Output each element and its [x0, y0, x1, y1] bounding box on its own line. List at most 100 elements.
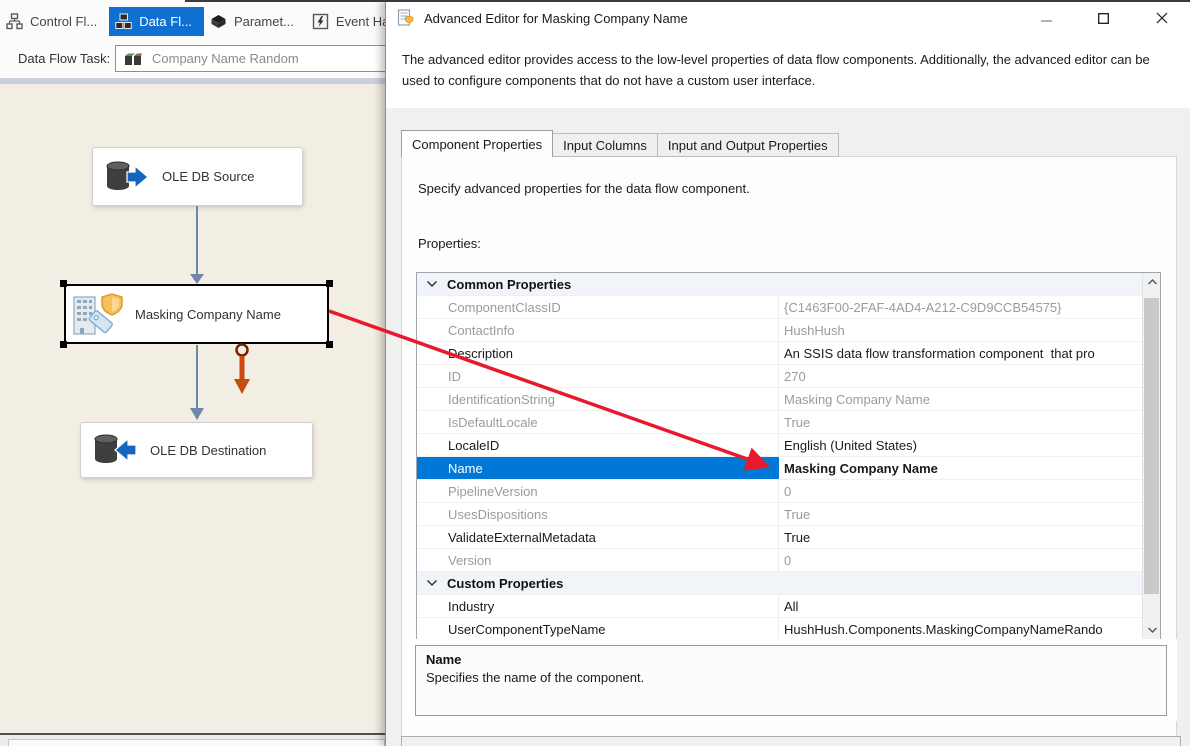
tab-control-flow[interactable]: Control Fl...: [0, 7, 109, 36]
property-row-Description[interactable]: DescriptionAn SSIS data flow transformat…: [417, 342, 1143, 365]
property-value[interactable]: HushHush: [779, 319, 1143, 341]
grid-scrollbar[interactable]: [1142, 273, 1160, 639]
close-button[interactable]: [1141, 4, 1183, 32]
help-property-name: Name: [426, 652, 1156, 667]
property-name: UsesDispositions: [417, 503, 779, 525]
property-value[interactable]: Masking Company Name: [779, 388, 1143, 410]
tab-label: Input and Output Properties: [668, 138, 828, 153]
property-name: PipelineVersion: [417, 480, 779, 502]
property-name: IsDefaultLocale: [417, 411, 779, 433]
chevron-up-icon: [1148, 279, 1157, 285]
property-value[interactable]: Masking Company Name: [779, 457, 1143, 479]
screenshot-root: Control Fl... Data Fl... Paramet...: [0, 0, 1190, 746]
property-row-PipelineVersion[interactable]: PipelineVersion0: [417, 480, 1143, 503]
node-label: Masking Company Name: [135, 307, 281, 322]
dialog-description: The advanced editor provides access to t…: [402, 49, 1174, 91]
data-flow-task-label: Data Flow Task:: [18, 51, 110, 66]
category-row-common-properties[interactable]: Common Properties: [417, 273, 1143, 296]
property-value[interactable]: All: [779, 595, 1143, 617]
property-row-ComponentClassID[interactable]: ComponentClassID{C1463F00-2FAF-4AD4-A212…: [417, 296, 1143, 319]
collapse-chevron-icon[interactable]: [426, 278, 438, 290]
tab-component-properties[interactable]: Component Properties: [401, 130, 553, 157]
property-value[interactable]: True: [779, 411, 1143, 433]
property-value[interactable]: True: [779, 503, 1143, 525]
dialog-tab-strip: Component Properties Input Columns Input…: [401, 130, 839, 157]
minimize-icon: [1041, 13, 1052, 24]
data-flow-canvas[interactable]: OLE DB Source: [0, 84, 385, 733]
property-name: ValidateExternalMetadata: [417, 526, 779, 548]
property-value[interactable]: True: [779, 526, 1143, 548]
property-row-LocaleID[interactable]: LocaleIDEnglish (United States): [417, 434, 1143, 457]
property-value[interactable]: HushHush.Components.MaskingCompanyNameRa…: [779, 618, 1143, 640]
node-ole-db-destination[interactable]: OLE DB Destination: [80, 422, 313, 478]
tab-data-flow[interactable]: Data Fl...: [109, 7, 204, 36]
scrollbar-thumb[interactable]: [1144, 298, 1159, 594]
tab-input-columns[interactable]: Input Columns: [553, 133, 658, 157]
selection-handle-top-right[interactable]: [326, 280, 333, 287]
property-name: IdentificationString: [417, 388, 779, 410]
help-property-description: Specifies the name of the component.: [426, 670, 1156, 685]
tab-label: Data Fl...: [139, 14, 192, 29]
database-source-icon: [105, 160, 149, 194]
property-row-UsesDispositions[interactable]: UsesDispositionsTrue: [417, 503, 1143, 526]
selection-handle-bottom-right[interactable]: [326, 341, 333, 348]
tab-input-output-properties[interactable]: Input and Output Properties: [658, 133, 839, 157]
selection-handle-bottom-left[interactable]: [60, 341, 67, 348]
property-value[interactable]: 0: [779, 480, 1143, 502]
property-help-box: Name Specifies the name of the component…: [415, 645, 1167, 716]
tab-event-handlers[interactable]: Event Hand: [306, 7, 385, 36]
event-handlers-icon: [312, 13, 329, 30]
tab-parameters[interactable]: Paramet...: [204, 7, 306, 36]
designer-tab-strip: Control Fl... Data Fl... Paramet...: [0, 7, 385, 36]
category-label: Common Properties: [447, 277, 571, 292]
property-row-IsDefaultLocale[interactable]: IsDefaultLocaleTrue: [417, 411, 1143, 434]
selection-handle-top-left[interactable]: [60, 280, 67, 287]
tab-label: Component Properties: [412, 137, 542, 152]
property-value[interactable]: 0: [779, 549, 1143, 571]
property-name: LocaleID: [417, 434, 779, 456]
chevron-down-icon: [1148, 627, 1157, 633]
parameters-icon: [210, 13, 227, 30]
property-grid-rows: Common Properties ComponentClassID{C1463F…: [417, 273, 1143, 640]
property-value[interactable]: An SSIS data flow transformation compone…: [779, 342, 1143, 364]
data-flow-task-icon: [124, 52, 142, 66]
connection-managers-panel-edge: [8, 739, 385, 746]
dialog-titlebar[interactable]: Advanced Editor for Masking Company Name: [386, 0, 1190, 36]
maximize-button[interactable]: [1082, 4, 1124, 32]
property-value[interactable]: {C1463F00-2FAF-4AD4-A212-C9D9CCB54575}: [779, 296, 1143, 318]
minimize-button[interactable]: [1025, 4, 1067, 32]
property-name: ComponentClassID: [417, 296, 779, 318]
data-flow-task-value: Company Name Random: [152, 51, 299, 66]
database-destination-icon: [93, 433, 137, 467]
category-label: Custom Properties: [447, 576, 563, 591]
close-icon: [1156, 12, 1168, 24]
property-row-Industry[interactable]: IndustryAll: [417, 595, 1143, 618]
scroll-up-button[interactable]: [1143, 273, 1161, 291]
scroll-down-button[interactable]: [1143, 621, 1161, 639]
tab-label: Control Fl...: [30, 14, 97, 29]
property-name: Description: [417, 342, 779, 364]
node-label: OLE DB Destination: [150, 443, 266, 458]
tab-label: Input Columns: [563, 138, 647, 153]
property-row-ValidateExternalMetadata[interactable]: ValidateExternalMetadataTrue: [417, 526, 1143, 549]
property-row-Name[interactable]: NameMasking Company Name: [417, 457, 1143, 480]
dialog-bottom-groupbox: [401, 736, 1181, 746]
property-row-UserComponentTypeName[interactable]: UserComponentTypeNameHushHush.Components…: [417, 618, 1143, 640]
window-top-border: [185, 0, 1190, 2]
node-ole-db-source[interactable]: OLE DB Source: [92, 147, 303, 206]
data-flow-task-combobox[interactable]: Company Name Random: [115, 45, 385, 72]
property-value[interactable]: English (United States): [779, 434, 1143, 456]
property-value[interactable]: 270: [779, 365, 1143, 387]
property-name: ContactInfo: [417, 319, 779, 341]
property-name: Version: [417, 549, 779, 571]
property-name: ID: [417, 365, 779, 387]
property-row-Version[interactable]: Version0: [417, 549, 1143, 572]
collapse-chevron-icon[interactable]: [426, 577, 438, 589]
category-row-custom-properties[interactable]: Custom Properties: [417, 572, 1143, 595]
property-grid[interactable]: Common Properties ComponentClassID{C1463F…: [416, 272, 1161, 640]
node-masking-company-name[interactable]: Masking Company Name: [64, 284, 329, 344]
control-flow-icon: [6, 13, 23, 30]
property-row-IdentificationString[interactable]: IdentificationStringMasking Company Name: [417, 388, 1143, 411]
property-row-ID[interactable]: ID270: [417, 365, 1143, 388]
property-row-ContactInfo[interactable]: ContactInfoHushHush: [417, 319, 1143, 342]
